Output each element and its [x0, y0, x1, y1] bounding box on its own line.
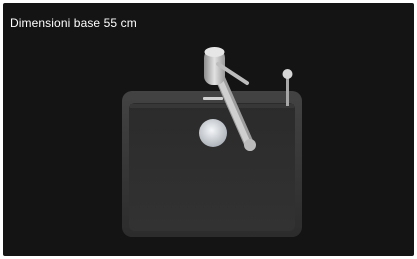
caption-label: Dimensioni base 55 cm [10, 16, 137, 30]
product-image: Dimensioni base 55 cm [3, 3, 414, 256]
sink-scene [122, 47, 302, 237]
drain-image [199, 119, 227, 147]
product-image-frame: Dimensioni base 55 cm [0, 0, 417, 259]
sink-image [122, 91, 302, 237]
overflow-slot-image [203, 97, 223, 100]
